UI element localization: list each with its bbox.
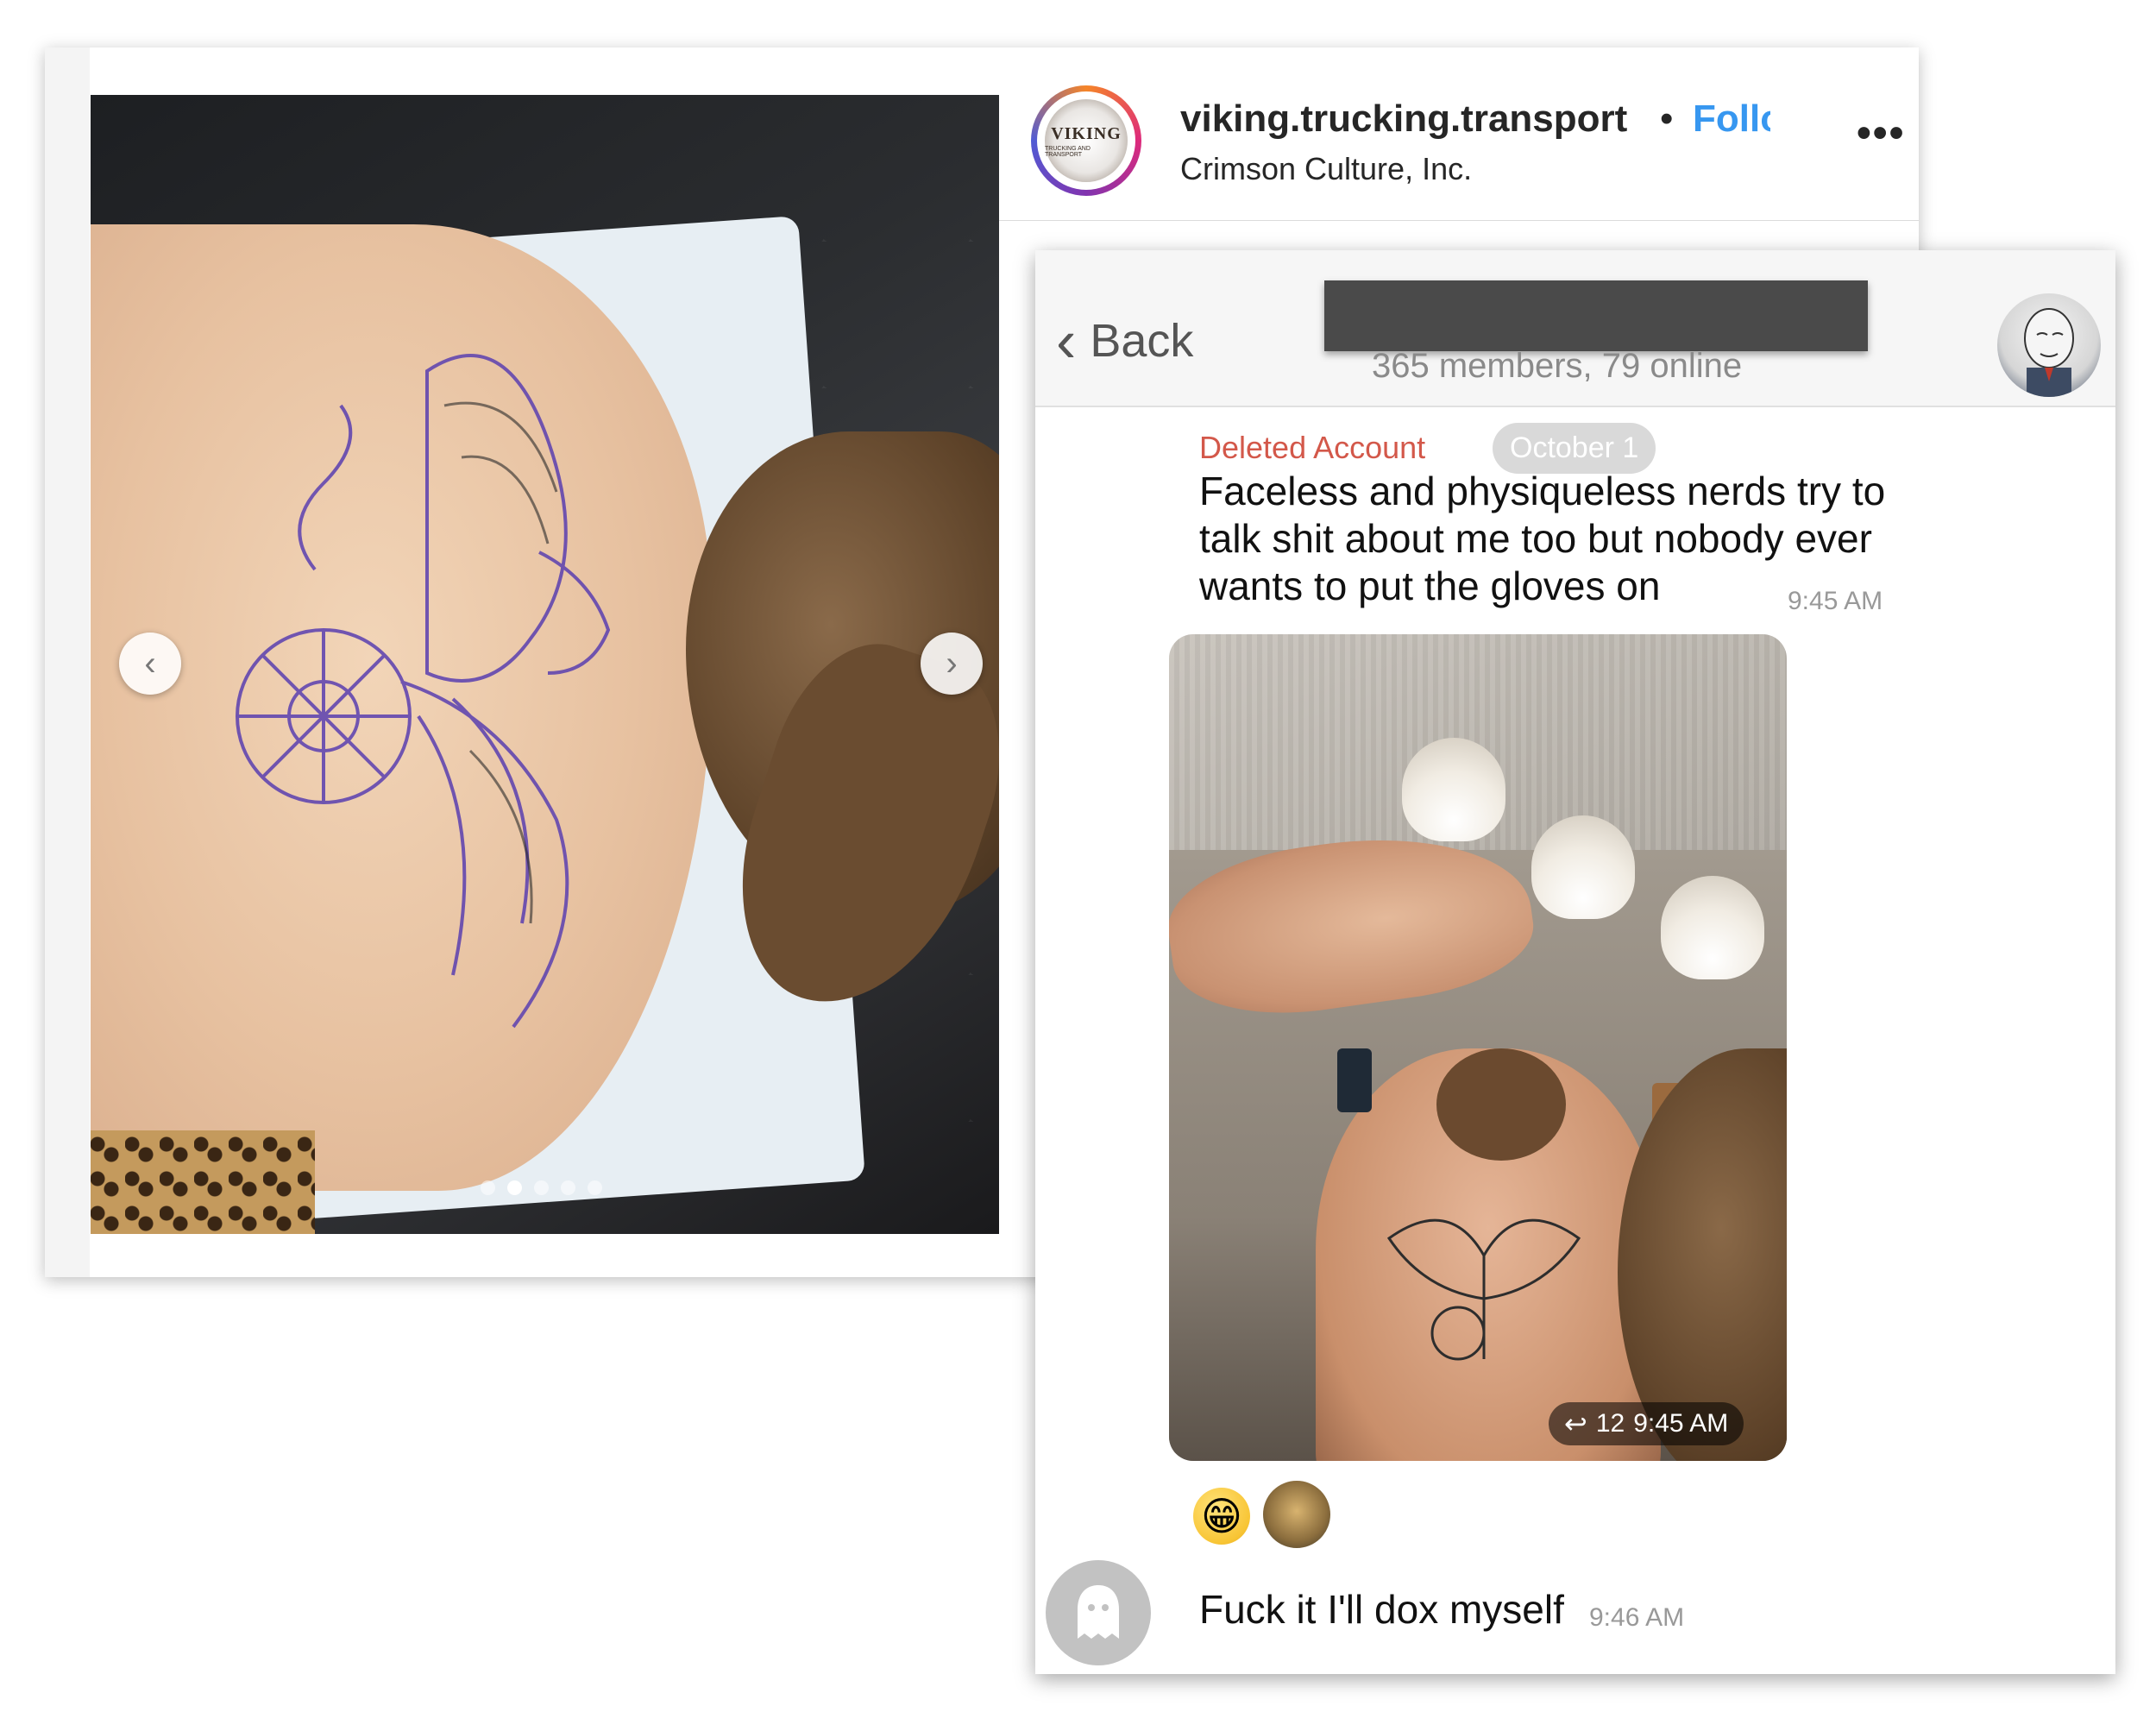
carousel-dot[interactable] — [534, 1180, 549, 1195]
username-separator: • — [1660, 98, 1674, 140]
reply-count: 12 — [1595, 1409, 1625, 1438]
reactor-avatar[interactable] — [1261, 1479, 1332, 1550]
wojak-avatar-icon — [2024, 308, 2074, 397]
ghost-icon — [1078, 1585, 1119, 1639]
vanity-lamp — [1661, 876, 1764, 979]
eagle-tattoo-stencil — [236, 354, 611, 1029]
post-location[interactable]: Crimson Culture, Inc. — [1180, 151, 1472, 187]
leopard-print-cloth — [91, 1130, 315, 1234]
group-avatar[interactable] — [1997, 293, 2101, 397]
member-count: 365 members, 79 online — [1372, 347, 1743, 385]
viking-logo: VIKING TRUCKING AND TRANSPORT — [1045, 99, 1128, 182]
media-time: 9:45 AM — [1633, 1409, 1729, 1438]
reflection-hair — [1436, 1048, 1566, 1161]
message-time: 9:45 AM — [1788, 587, 1883, 615]
carousel-dot-active[interactable] — [507, 1180, 522, 1195]
logo-wordmark: VIKING — [1051, 123, 1122, 143]
post-username[interactable]: viking.trucking.transport — [1180, 98, 1627, 141]
carousel-dot[interactable] — [481, 1180, 495, 1195]
chat-header: ‹ Back 365 members, 79 online — [1035, 250, 2115, 407]
message-text: Fuck it I'll dox myself — [1199, 1587, 1564, 1632]
reply-arrow-icon[interactable]: ↩ — [1564, 1407, 1587, 1440]
message-photo[interactable]: ↩ 12 9:45 AM — [1169, 634, 1787, 1461]
date-pill: October 1 — [1493, 423, 1656, 474]
vanity-lamp — [1531, 815, 1635, 919]
logo-subtext: TRUCKING AND TRANSPORT — [1045, 145, 1091, 158]
redacted-chat-title — [1324, 280, 1868, 351]
carousel-next-button[interactable]: › — [921, 633, 983, 695]
vanity-lamp — [1402, 738, 1505, 841]
message-sender[interactable]: Deleted Account — [1199, 430, 1425, 466]
carousel-indicator — [481, 1180, 602, 1195]
more-options-button[interactable]: ••• — [1857, 110, 1905, 157]
chevron-left-icon: ‹ — [1056, 307, 1077, 375]
chevron-left-icon: ‹ — [144, 645, 156, 683]
back-tattoo — [1386, 1218, 1581, 1361]
profile-avatar[interactable]: VIKING TRUCKING AND TRANSPORT — [1031, 85, 1141, 196]
phone-in-hand — [1337, 1048, 1372, 1112]
message-time: 9:46 AM — [1589, 1603, 1685, 1632]
media-info-badge: ↩ 12 9:45 AM — [1549, 1402, 1744, 1445]
telegram-chat-card: ‹ Back 365 members, 79 online Deleted Ac… — [1035, 250, 2115, 1674]
ghost-avatar[interactable] — [1046, 1560, 1151, 1665]
grinning-face-reaction[interactable]: 😁 — [1193, 1488, 1250, 1545]
post-photo — [91, 95, 999, 1234]
carousel-prev-button[interactable]: ‹ — [119, 633, 181, 695]
carousel-dot[interactable] — [561, 1180, 575, 1195]
chevron-right-icon: › — [946, 645, 958, 683]
grinning-face-emoji-icon: 😁 — [1201, 1494, 1242, 1539]
back-label: Back — [1090, 315, 1194, 367]
follow-button[interactable]: Follow — [1693, 98, 1770, 141]
carousel-dot[interactable] — [588, 1180, 602, 1195]
left-margin-strip — [45, 47, 90, 1277]
header-divider — [999, 220, 1919, 221]
back-button[interactable]: ‹ Back — [1056, 311, 1193, 371]
